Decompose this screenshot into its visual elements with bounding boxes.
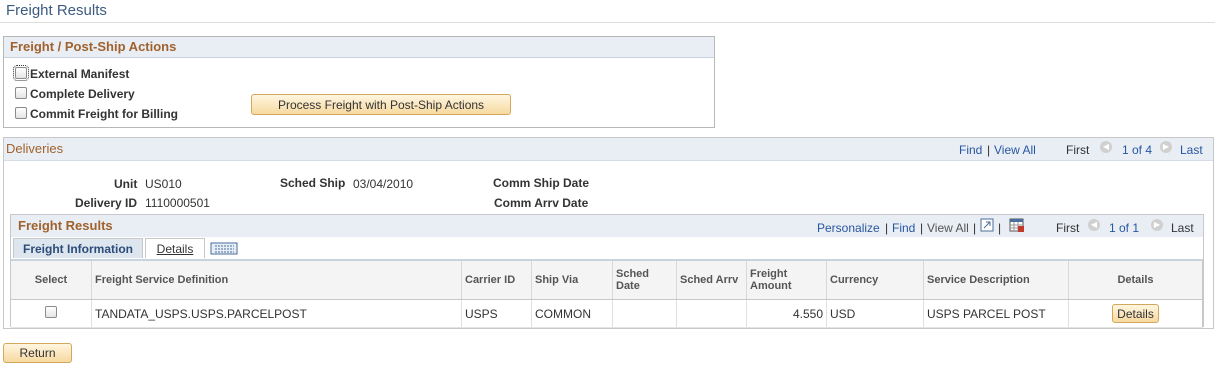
unit-value: US010 bbox=[145, 177, 182, 191]
column-header-freight-service-definition: Freight Service Definition bbox=[91, 261, 462, 300]
process-freight-button[interactable]: Process Freight with Post-Ship Actions bbox=[251, 94, 511, 115]
grid-range: 1 of 1 bbox=[1109, 221, 1140, 235]
post-ship-actions-section: Freight / Post-Ship Actions External Man… bbox=[3, 36, 715, 128]
freight-results-grid: Freight Results Personalize | Find | Vie… bbox=[10, 214, 1204, 328]
delivery-id-label: Delivery ID bbox=[75, 196, 138, 210]
deliveries-find-link[interactable]: Find bbox=[959, 143, 982, 157]
currency-cell: USD bbox=[826, 299, 924, 328]
zoom-icon[interactable] bbox=[980, 218, 994, 232]
grid-view-all-text: View All bbox=[927, 221, 969, 235]
freight-service-definition-cell: TANDATA_USPS.USPS.PARCELPOST bbox=[91, 299, 462, 328]
title-divider bbox=[0, 22, 1215, 23]
carrier-id-cell: USPS bbox=[461, 299, 532, 328]
complete-delivery-checkbox[interactable] bbox=[15, 87, 27, 99]
grid-separator-4: | bbox=[998, 221, 1002, 235]
external-manifest-checkbox[interactable] bbox=[13, 65, 29, 81]
column-header-sched-arrv: Sched Arrv bbox=[676, 261, 747, 300]
table-row: TANDATA_USPS.USPS.PARCELPOST USPS COMMON… bbox=[11, 299, 1203, 328]
column-header-currency: Currency bbox=[826, 261, 924, 300]
column-header-service-description: Service Description bbox=[923, 261, 1069, 300]
sched-arrv-cell bbox=[676, 299, 747, 328]
ship-via-cell: COMMON bbox=[531, 299, 613, 328]
tab-freight-information[interactable]: Freight Information bbox=[13, 238, 143, 258]
deliveries-first-label: First bbox=[1066, 143, 1090, 157]
commit-freight-label: Commit Freight for Billing bbox=[30, 107, 178, 121]
prev-arrow-icon[interactable]: ◀ bbox=[1100, 141, 1112, 153]
post-ship-actions-header: Freight / Post-Ship Actions bbox=[4, 37, 714, 58]
grid-next-arrow-icon[interactable]: ▶ bbox=[1151, 219, 1163, 231]
freight-results-title: Freight Results bbox=[18, 218, 113, 233]
grid-separator-2: | bbox=[920, 221, 924, 235]
deliveries-separator: | bbox=[987, 143, 991, 157]
deliveries-title: Deliveries bbox=[6, 141, 64, 156]
deliveries-last-link[interactable]: Last bbox=[1180, 143, 1203, 157]
commit-freight-checkbox[interactable] bbox=[15, 107, 27, 119]
column-header-carrier-id: Carrier ID bbox=[461, 261, 532, 300]
select-cell bbox=[11, 299, 92, 328]
next-arrow-icon[interactable]: ▶ bbox=[1160, 141, 1172, 153]
grid-separator-1: | bbox=[885, 221, 889, 235]
complete-delivery-label: Complete Delivery bbox=[30, 87, 135, 101]
show-all-columns-icon[interactable] bbox=[210, 242, 240, 256]
service-description-cell: USPS PARCEL POST bbox=[923, 299, 1069, 328]
table-header-row: Select Freight Service Definition Carrie… bbox=[11, 261, 1203, 300]
unit-label: Unit bbox=[114, 177, 138, 191]
return-button[interactable]: Return bbox=[3, 343, 72, 363]
deliveries-header: Deliveries Find | View All First ◀ 1 of … bbox=[4, 138, 1213, 161]
grid-separator-3: | bbox=[973, 221, 977, 235]
column-header-select: Select bbox=[11, 261, 92, 300]
external-manifest-label: External Manifest bbox=[30, 67, 130, 81]
personalize-link[interactable]: Personalize bbox=[817, 221, 880, 235]
freight-results-header: Freight Results Personalize | Find | Vie… bbox=[11, 215, 1203, 237]
sched-ship-label: Sched Ship bbox=[280, 176, 346, 190]
delivery-id-value: 1110000501 bbox=[145, 196, 210, 210]
row-details-button[interactable]: Details bbox=[1112, 304, 1159, 323]
column-header-details: Details bbox=[1068, 261, 1203, 300]
row-select-checkbox[interactable] bbox=[45, 306, 57, 318]
column-header-sched-date: Sched Date bbox=[612, 261, 677, 300]
download-grid-icon[interactable] bbox=[1009, 217, 1025, 233]
deliveries-view-all-link[interactable]: View All bbox=[994, 143, 1036, 157]
sched-ship-value: 03/04/2010 bbox=[353, 177, 414, 191]
comm-ship-date-label: Comm Ship Date bbox=[493, 176, 590, 190]
tab-details[interactable]: Details bbox=[145, 238, 205, 258]
grid-first-label: First bbox=[1056, 221, 1080, 235]
grid-prev-arrow-icon[interactable]: ◀ bbox=[1088, 219, 1100, 231]
comm-arrv-date-label: Comm Arrv Date bbox=[494, 196, 589, 210]
freight-results-table: Select Freight Service Definition Carrie… bbox=[11, 261, 1203, 328]
sched-date-cell bbox=[612, 299, 677, 328]
grid-find-link[interactable]: Find bbox=[892, 221, 915, 235]
details-cell: Details bbox=[1068, 299, 1203, 328]
deliveries-range: 1 of 4 bbox=[1122, 143, 1153, 157]
column-header-freight-amount: Freight Amount bbox=[746, 261, 827, 300]
page-title: Freight Results bbox=[6, 2, 107, 19]
column-header-ship-via: Ship Via bbox=[531, 261, 613, 300]
freight-amount-cell: 4.550 bbox=[746, 299, 827, 328]
post-ship-actions-title: Freight / Post-Ship Actions bbox=[10, 39, 177, 54]
grid-last-label: Last bbox=[1171, 221, 1194, 235]
